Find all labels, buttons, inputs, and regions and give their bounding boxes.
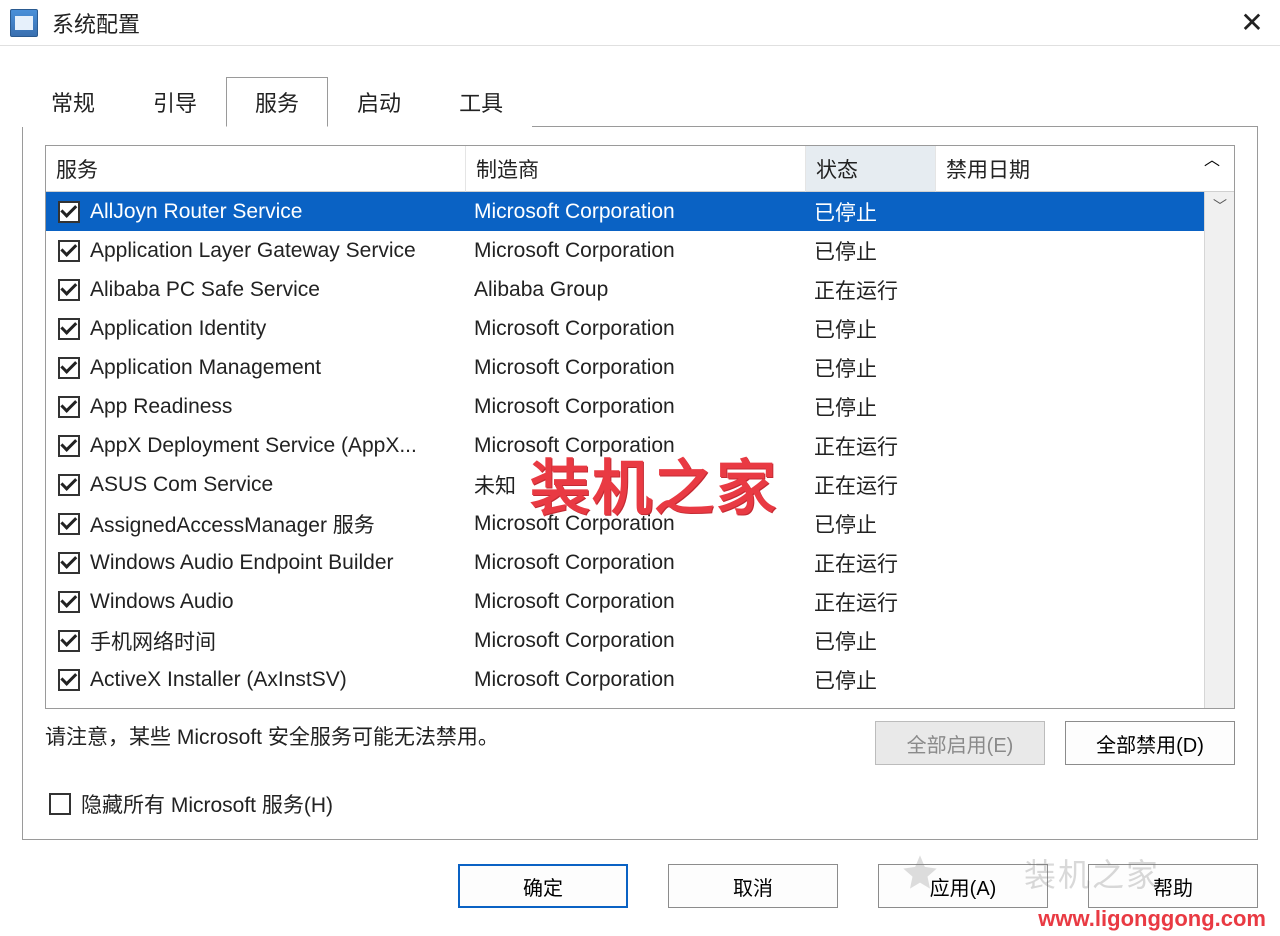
services-list: 服务 制造商 状态 禁用日期 ︿ AllJoyn Router Service M… [45, 145, 1235, 709]
help-button[interactable]: 帮助 [1088, 864, 1258, 908]
msconfig-window: 系统配置 ✕ 常规引导服务启动工具 服务 制造商 状态 禁用日期 ︿ AllJo… [0, 0, 1280, 936]
window-title: 系统配置 [52, 7, 140, 39]
table-row[interactable]: Windows Audio Endpoint Builder Microsoft … [46, 543, 1204, 582]
table-row[interactable]: Application Identity Microsoft Corporatio… [46, 309, 1204, 348]
row-status: 已停止 [806, 314, 936, 344]
row-manufacturer: Microsoft Corporation [466, 551, 806, 575]
row-checkbox[interactable] [58, 591, 80, 613]
note-text: 请注意，某些 Microsoft 安全服务可能无法禁用。 [45, 721, 855, 751]
table-row[interactable]: App Readiness Microsoft Corporation已停止 [46, 387, 1204, 426]
row-checkbox[interactable] [58, 201, 80, 223]
scrollbar-vertical[interactable]: ﹀ [1204, 192, 1234, 708]
column-headers: 服务 制造商 状态 禁用日期 ︿ [46, 146, 1234, 192]
row-checkbox[interactable] [58, 357, 80, 379]
row-checkbox[interactable] [58, 240, 80, 262]
table-row[interactable]: Alibaba PC Safe Service Alibaba Group正在运行 [46, 270, 1204, 309]
table-row[interactable]: 手机网络时间 Microsoft Corporation已停止 [46, 621, 1204, 660]
row-status: 已停止 [806, 626, 936, 656]
row-status: 正在运行 [806, 587, 936, 617]
row-manufacturer: Alibaba Group [466, 278, 806, 302]
table-row[interactable]: Windows Audio Microsoft Corporation正在运行 [46, 582, 1204, 621]
row-checkbox[interactable] [58, 318, 80, 340]
row-status: 已停止 [806, 665, 936, 695]
rows-area: AllJoyn Router Service Microsoft Corporat… [46, 192, 1204, 708]
row-checkbox[interactable] [58, 669, 80, 691]
row-service-name: Application Layer Gateway Service [90, 239, 416, 263]
column-header-manufacturer[interactable]: 制造商 [466, 146, 806, 192]
close-icon[interactable]: ✕ [1234, 6, 1270, 39]
table-row[interactable]: ASUS Com Service 未知正在运行 [46, 465, 1204, 504]
row-status: 正在运行 [806, 470, 936, 500]
row-status: 已停止 [806, 353, 936, 383]
row-status: 正在运行 [806, 275, 936, 305]
row-service-name: Application Identity [90, 317, 266, 341]
row-status: 已停止 [806, 236, 936, 266]
row-service-name: ActiveX Installer (AxInstSV) [90, 668, 347, 692]
row-service-name: ASUS Com Service [90, 473, 273, 497]
row-checkbox[interactable] [58, 474, 80, 496]
row-manufacturer: Microsoft Corporation [466, 239, 806, 263]
table-row[interactable]: Application Layer Gateway Service Microso… [46, 231, 1204, 270]
row-manufacturer: Microsoft Corporation [466, 590, 806, 614]
table-row[interactable]: AppX Deployment Service (AppX... Microsof… [46, 426, 1204, 465]
tab-0[interactable]: 常规 [22, 77, 124, 127]
row-status: 已停止 [806, 392, 936, 422]
content-area: 常规引导服务启动工具 服务 制造商 状态 禁用日期 ︿ AllJoyn Rout… [0, 46, 1280, 840]
scroll-down-icon[interactable]: ﹀ [1205, 192, 1235, 220]
hide-microsoft-label: 隐藏所有 Microsoft 服务(H) [81, 789, 333, 819]
hide-microsoft-checkbox-row[interactable]: 隐藏所有 Microsoft 服务(H) [45, 789, 1235, 819]
column-header-service[interactable]: 服务 [46, 146, 466, 192]
app-icon [10, 9, 38, 37]
row-service-name: AssignedAccessManager 服务 [90, 509, 375, 539]
ok-button[interactable]: 确定 [458, 864, 628, 908]
row-checkbox[interactable] [58, 435, 80, 457]
table-row[interactable]: AssignedAccessManager 服务 Microsoft Corpor… [46, 504, 1204, 543]
scroll-up-header-icon[interactable]: ︿ [1204, 146, 1234, 170]
row-manufacturer: 未知 [466, 470, 806, 500]
tab-4[interactable]: 工具 [430, 77, 532, 127]
row-service-name: AppX Deployment Service (AppX... [90, 434, 417, 458]
row-status: 已停止 [806, 509, 936, 539]
hide-microsoft-checkbox[interactable] [49, 793, 71, 815]
table-row[interactable]: Application Management Microsoft Corporat… [46, 348, 1204, 387]
column-header-disable-date[interactable]: 禁用日期 [936, 146, 1204, 192]
tab-2[interactable]: 服务 [226, 77, 328, 127]
row-manufacturer: Microsoft Corporation [466, 512, 806, 536]
row-checkbox[interactable] [58, 396, 80, 418]
row-service-name: Application Management [90, 356, 321, 380]
row-checkbox[interactable] [58, 513, 80, 535]
row-service-name: App Readiness [90, 395, 232, 419]
row-status: 正在运行 [806, 431, 936, 461]
tab-bar: 常规引导服务启动工具 [22, 77, 1258, 127]
row-manufacturer: Microsoft Corporation [466, 200, 806, 224]
row-service-name: 手机网络时间 [90, 626, 216, 656]
titlebar: 系统配置 ✕ [0, 0, 1280, 46]
apply-button[interactable]: 应用(A) [878, 864, 1048, 908]
row-manufacturer: Microsoft Corporation [466, 434, 806, 458]
tab-1[interactable]: 引导 [124, 77, 226, 127]
row-service-name: AllJoyn Router Service [90, 200, 302, 224]
tab-panel-services: 服务 制造商 状态 禁用日期 ︿ AllJoyn Router Service M… [22, 126, 1258, 840]
row-manufacturer: Microsoft Corporation [466, 395, 806, 419]
row-service-name: Windows Audio [90, 590, 234, 614]
row-status: 正在运行 [806, 548, 936, 578]
cancel-button[interactable]: 取消 [668, 864, 838, 908]
row-service-name: Windows Audio Endpoint Builder [90, 551, 394, 575]
row-service-name: Alibaba PC Safe Service [90, 278, 320, 302]
row-status: 已停止 [806, 197, 936, 227]
table-row[interactable]: AllJoyn Router Service Microsoft Corporat… [46, 192, 1204, 231]
disable-all-button[interactable]: 全部禁用(D) [1065, 721, 1235, 765]
row-checkbox[interactable] [58, 630, 80, 652]
row-manufacturer: Microsoft Corporation [466, 356, 806, 380]
dialog-footer: 确定 取消 应用(A) 帮助 [0, 840, 1280, 936]
row-manufacturer: Microsoft Corporation [466, 317, 806, 341]
row-manufacturer: Microsoft Corporation [466, 629, 806, 653]
column-header-status[interactable]: 状态 [806, 146, 936, 192]
tab-3[interactable]: 启动 [328, 77, 430, 127]
row-checkbox[interactable] [58, 279, 80, 301]
row-manufacturer: Microsoft Corporation [466, 668, 806, 692]
table-row[interactable]: ActiveX Installer (AxInstSV) Microsoft Co… [46, 660, 1204, 699]
enable-all-button[interactable]: 全部启用(E) [875, 721, 1045, 765]
row-checkbox[interactable] [58, 552, 80, 574]
